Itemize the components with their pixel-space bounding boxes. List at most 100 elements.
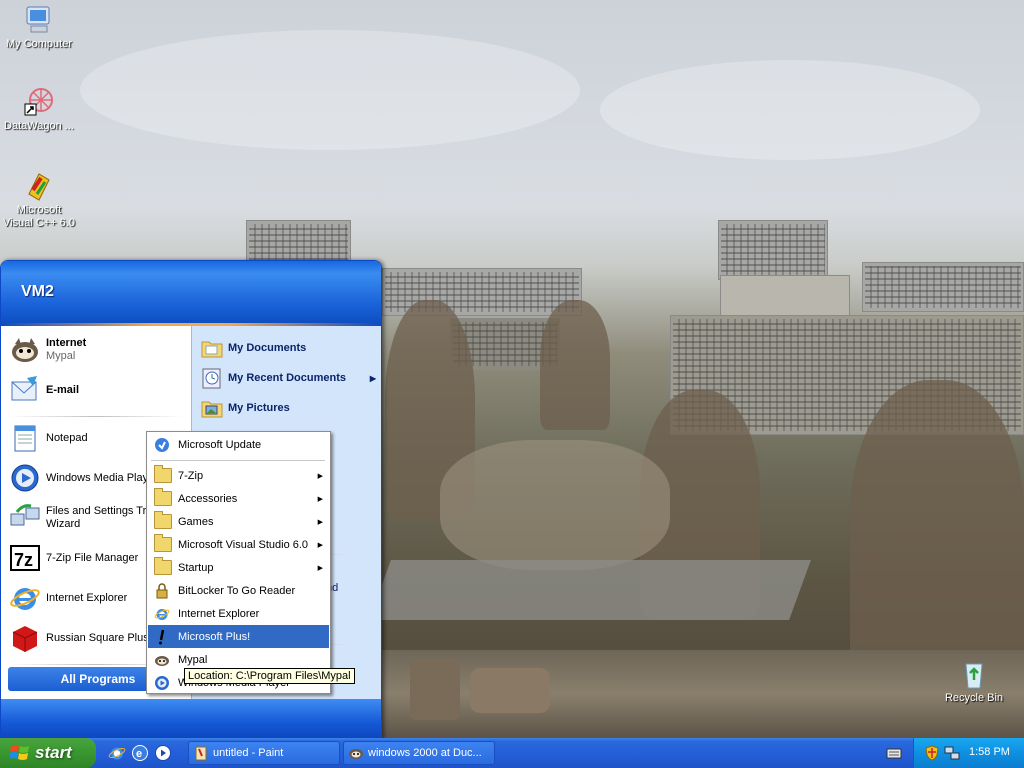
system-tray: 1:58 PM <box>913 738 1024 768</box>
submenu-item-label: BitLocker To Go Reader <box>178 584 296 597</box>
svg-text:e: e <box>136 748 142 760</box>
desktop-icon-datawagon[interactable]: DataWagon ... <box>2 86 76 133</box>
recent-item-label: Internet Explorer <box>46 591 128 604</box>
submenu-item-label: Mypal <box>178 653 208 666</box>
svg-text:7z: 7z <box>14 550 33 570</box>
start-menu-footer <box>1 699 381 739</box>
submenu-item-microsoft-plus[interactable]: Microsoft Plus! <box>148 625 329 648</box>
transfer-wizard-icon <box>9 502 41 534</box>
keyboard-icon[interactable] <box>886 745 902 761</box>
submenu-separator <box>151 460 325 461</box>
wallpaper-tree <box>540 300 610 430</box>
quicklaunch-media-player-icon[interactable] <box>154 744 172 762</box>
quicklaunch-outlook-icon[interactable]: e <box>131 744 149 762</box>
program-folder-icon <box>154 487 172 507</box>
desktop-icon-label: DataWagon ... <box>4 120 74 132</box>
start-button[interactable]: start <box>0 738 96 768</box>
programs-submenu: Microsoft Update 7-Zip ▶ Accessories ▶ G… <box>146 431 331 694</box>
visual-cpp-icon <box>23 170 55 202</box>
wallpaper-building <box>862 262 1024 312</box>
program-folder-icon <box>154 556 172 576</box>
right-item-my-pictures[interactable]: My Pictures <box>200 396 376 420</box>
taskbar-button-mypal[interactable]: windows 2000 at Duc... <box>343 741 495 765</box>
recent-item-label: Windows Media Player <box>46 471 158 484</box>
wallpaper-path <box>440 440 670 570</box>
recent-documents-icon <box>200 366 224 390</box>
wallpaper-building <box>718 220 828 280</box>
submenu-item-games[interactable]: Games ▶ <box>148 510 329 533</box>
pinned-item-title: E-mail <box>46 383 80 396</box>
desktop-icon-visual-cpp[interactable]: Microsoft Visual C++ 6.0 <box>2 170 76 230</box>
location-tooltip: Location: C:\Program Files\Mypal <box>184 668 355 684</box>
submenu-arrow-icon: ▶ <box>317 541 323 549</box>
taskbar-button-paint[interactable]: untitled - Paint <box>188 741 340 765</box>
submenu-item-label: Startup <box>178 561 214 574</box>
submenu-item-label: Games <box>178 515 214 528</box>
7zip-icon: 7z <box>9 542 41 574</box>
windows-media-player-icon <box>154 675 170 691</box>
submenu-item-accessories[interactable]: Accessories ▶ <box>148 487 329 510</box>
right-item-label: My Documents <box>228 342 307 354</box>
pinned-item-subtitle: Mypal <box>46 350 76 362</box>
desktop-icon-label: Recycle Bin <box>944 692 1004 704</box>
my-computer-icon <box>23 4 55 36</box>
all-programs-label: All Programs <box>60 672 136 686</box>
network-icon[interactable] <box>944 745 960 761</box>
recent-item-label: Russian Square Plus! <box>46 631 152 644</box>
pinned-item-internet[interactable]: Internet Mypal <box>9 334 189 366</box>
notepad-icon <box>9 422 41 454</box>
pinned-item-title: Internet <box>46 337 87 349</box>
windows-flag-icon <box>9 744 30 762</box>
desktop-icon-recycle-bin[interactable]: Recycle Bin <box>937 658 1011 705</box>
right-item-label: My Recent Documents <box>228 372 346 384</box>
submenu-item-internet-explorer[interactable]: Internet Explorer <box>148 602 329 625</box>
desktop-icon-label: Microsoft Visual C++ 6.0 <box>3 204 75 229</box>
right-item-my-documents[interactable]: My Documents <box>200 336 376 360</box>
submenu-item-microsoft-update[interactable]: Microsoft Update <box>148 433 329 456</box>
mypal-icon <box>348 745 364 761</box>
submenu-item-7zip[interactable]: 7-Zip ▶ <box>148 464 329 487</box>
internet-explorer-icon <box>154 606 170 622</box>
recycle-bin-icon <box>958 658 990 690</box>
folder-pictures-icon <box>200 396 224 420</box>
start-label: start <box>35 743 72 762</box>
wallpaper-stairs <box>369 560 811 620</box>
user-name: VM2 <box>21 283 54 300</box>
submenu-item-visual-studio[interactable]: Microsoft Visual Studio 6.0 ▶ <box>148 533 329 556</box>
pinned-item-email[interactable]: E-mail <box>9 374 189 406</box>
wallpaper-cloud <box>600 60 980 160</box>
recent-item-label: 7-Zip File Manager <box>46 551 139 564</box>
right-item-recent-documents[interactable]: My Recent Documents ▶ <box>200 366 376 390</box>
submenu-item-startup[interactable]: Startup ▶ <box>148 556 329 579</box>
submenu-item-label: Accessories <box>178 492 238 505</box>
desktop-icon-my-computer[interactable]: My Computer <box>2 4 76 51</box>
program-folder-icon <box>154 533 172 553</box>
windows-media-player-icon <box>9 462 41 494</box>
clock[interactable]: 1:58 PM <box>969 746 1010 758</box>
wallpaper-rock <box>470 668 550 713</box>
email-icon <box>9 374 41 406</box>
submenu-item-label: Microsoft Update <box>178 438 262 451</box>
submenu-item-label: Internet Explorer <box>178 607 260 620</box>
windows-update-icon <box>154 437 170 453</box>
wallpaper-rock <box>410 660 460 720</box>
task-label: windows 2000 at Duc... <box>368 747 482 759</box>
submenu-arrow-icon: ▶ <box>369 373 376 383</box>
folder-documents-icon <box>200 336 224 360</box>
submenu-arrow-icon: ▶ <box>317 564 323 572</box>
russian-square-icon <box>9 622 41 654</box>
desktop-icon-label: My Computer <box>5 38 73 50</box>
submenu-arrow-icon: ▶ <box>317 518 323 526</box>
security-shield-icon[interactable] <box>924 745 940 761</box>
bitlocker-icon <box>154 582 170 599</box>
quicklaunch-ie-icon[interactable] <box>108 744 126 762</box>
recent-item-label: Notepad <box>46 431 88 444</box>
start-menu-header: VM2 <box>1 261 381 323</box>
submenu-arrow-icon: ▶ <box>317 472 323 480</box>
submenu-item-bitlocker[interactable]: BitLocker To Go Reader <box>148 579 329 602</box>
wallpaper-cloud <box>80 30 580 150</box>
wallpaper-tree <box>850 380 1024 680</box>
submenu-item-label: Microsoft Visual Studio 6.0 <box>178 538 309 551</box>
paint-icon <box>193 745 209 761</box>
datawagon-icon <box>23 86 55 118</box>
